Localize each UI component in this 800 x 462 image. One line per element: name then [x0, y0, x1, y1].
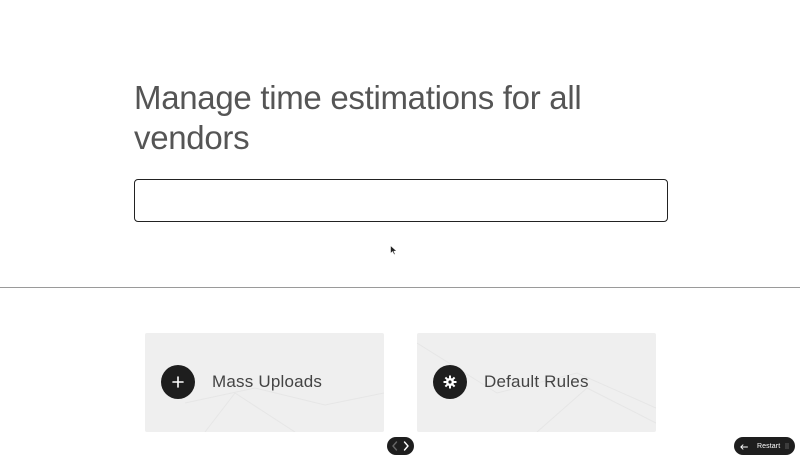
default-rules-card[interactable]: Default Rules: [417, 333, 656, 432]
page: Manage time estimations for all vendors …: [0, 0, 800, 462]
restart-label: Restart: [757, 442, 781, 450]
gear-icon: [433, 365, 467, 399]
search-input[interactable]: [134, 179, 668, 222]
mass-uploads-label: Mass Uploads: [212, 372, 323, 391]
default-rules-label: Default Rules: [484, 372, 589, 391]
back-arrow-icon: [740, 437, 748, 455]
section-divider: [0, 287, 800, 288]
mass-uploads-card[interactable]: Mass Uploads: [145, 333, 384, 432]
previous-arrow-icon[interactable]: [390, 439, 400, 453]
restart-button[interactable]: Restart: [734, 437, 795, 455]
drag-handle-icon[interactable]: [785, 443, 789, 449]
pager-controls: [387, 437, 414, 455]
plus-icon: [161, 365, 195, 399]
next-arrow-icon[interactable]: [401, 439, 411, 453]
page-title: Manage time estimations for all vendors: [134, 79, 582, 156]
